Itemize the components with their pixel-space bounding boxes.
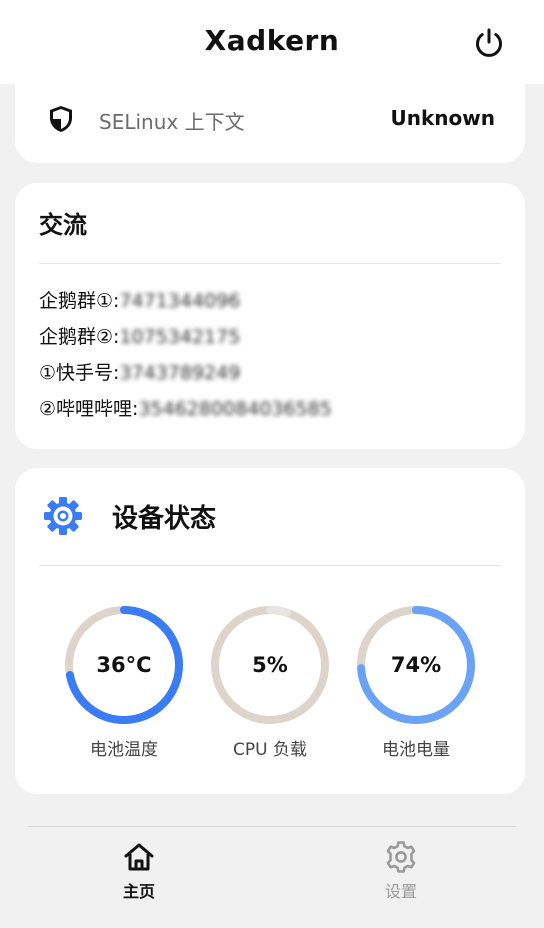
list-item[interactable]: 企鹅群②:1075342175 — [39, 322, 501, 358]
settings-gear-icon — [386, 841, 416, 873]
device-status-title: 设备状态 — [112, 504, 217, 534]
communication-divider — [39, 263, 501, 264]
power-icon — [476, 28, 502, 57]
shield-icon — [50, 106, 72, 132]
contact-label: 企鹅群②: — [39, 326, 120, 348]
communication-list: 企鹅群①:7471344096 企鹅群②:1075342175 ①快手号:374… — [39, 286, 501, 430]
gauge-value: 5% — [252, 653, 288, 677]
top-app-bar: Xadkern — [0, 0, 544, 84]
selinux-value: Unknown — [390, 106, 495, 130]
gauge-label: CPU 负载 — [233, 740, 307, 760]
list-item[interactable]: 企鹅群①:7471344096 — [39, 286, 501, 322]
nav-label-settings: 设置 — [384, 882, 417, 901]
list-item[interactable]: ②哔哩哔哩:3546280084036585 — [39, 394, 501, 430]
communication-card: 交流 企鹅群①:7471344096 企鹅群②:1075342175 ①快手号:… — [15, 183, 525, 449]
contact-value: 7471344096 — [119, 290, 241, 312]
selinux-label: SELinux 上下文 — [99, 110, 245, 134]
nav-item-home[interactable]: 主页 — [89, 840, 189, 902]
cpu-load-gauge: 5% CPU 负载 — [208, 603, 332, 760]
bottom-navigation: 主页 设置 — [0, 806, 544, 928]
battery-temperature-gauge: 36°C 电池温度 — [62, 603, 186, 760]
app-screen: Xadkern SELinux 上下文 Unknown 交流 企鹅群①:7471… — [0, 0, 544, 928]
contact-label: ①快手号: — [39, 362, 120, 384]
bottom-nav-divider — [28, 826, 516, 827]
home-icon — [124, 843, 154, 871]
gauge-label: 电池电量 — [382, 740, 450, 760]
contact-value: 1075342175 — [119, 326, 241, 348]
contact-label: ②哔哩哔哩: — [39, 398, 139, 420]
communication-title: 交流 — [39, 211, 87, 239]
contact-value: 3743789249 — [119, 362, 241, 384]
battery-level-gauge: 74% 电池电量 — [354, 603, 478, 760]
contact-value: 3546280084036585 — [138, 398, 332, 420]
gauge-value: 74% — [390, 653, 442, 677]
app-title: Xadkern — [204, 24, 340, 57]
gear-icon — [44, 497, 82, 535]
gauge-label: 电池温度 — [90, 740, 158, 760]
gauge-value: 36°C — [96, 653, 152, 677]
nav-label-home: 主页 — [122, 882, 155, 901]
power-button[interactable] — [470, 24, 508, 62]
device-status-card: 设备状态 36°C 电池温度 5% CPU 负载 74% 电池电量 — [15, 468, 525, 794]
nav-item-settings[interactable]: 设置 — [351, 840, 451, 902]
device-status-divider — [39, 565, 501, 566]
contact-label: 企鹅群①: — [39, 290, 120, 312]
selinux-card: SELinux 上下文 Unknown — [15, 84, 525, 163]
list-item[interactable]: ①快手号:3743789249 — [39, 358, 501, 394]
